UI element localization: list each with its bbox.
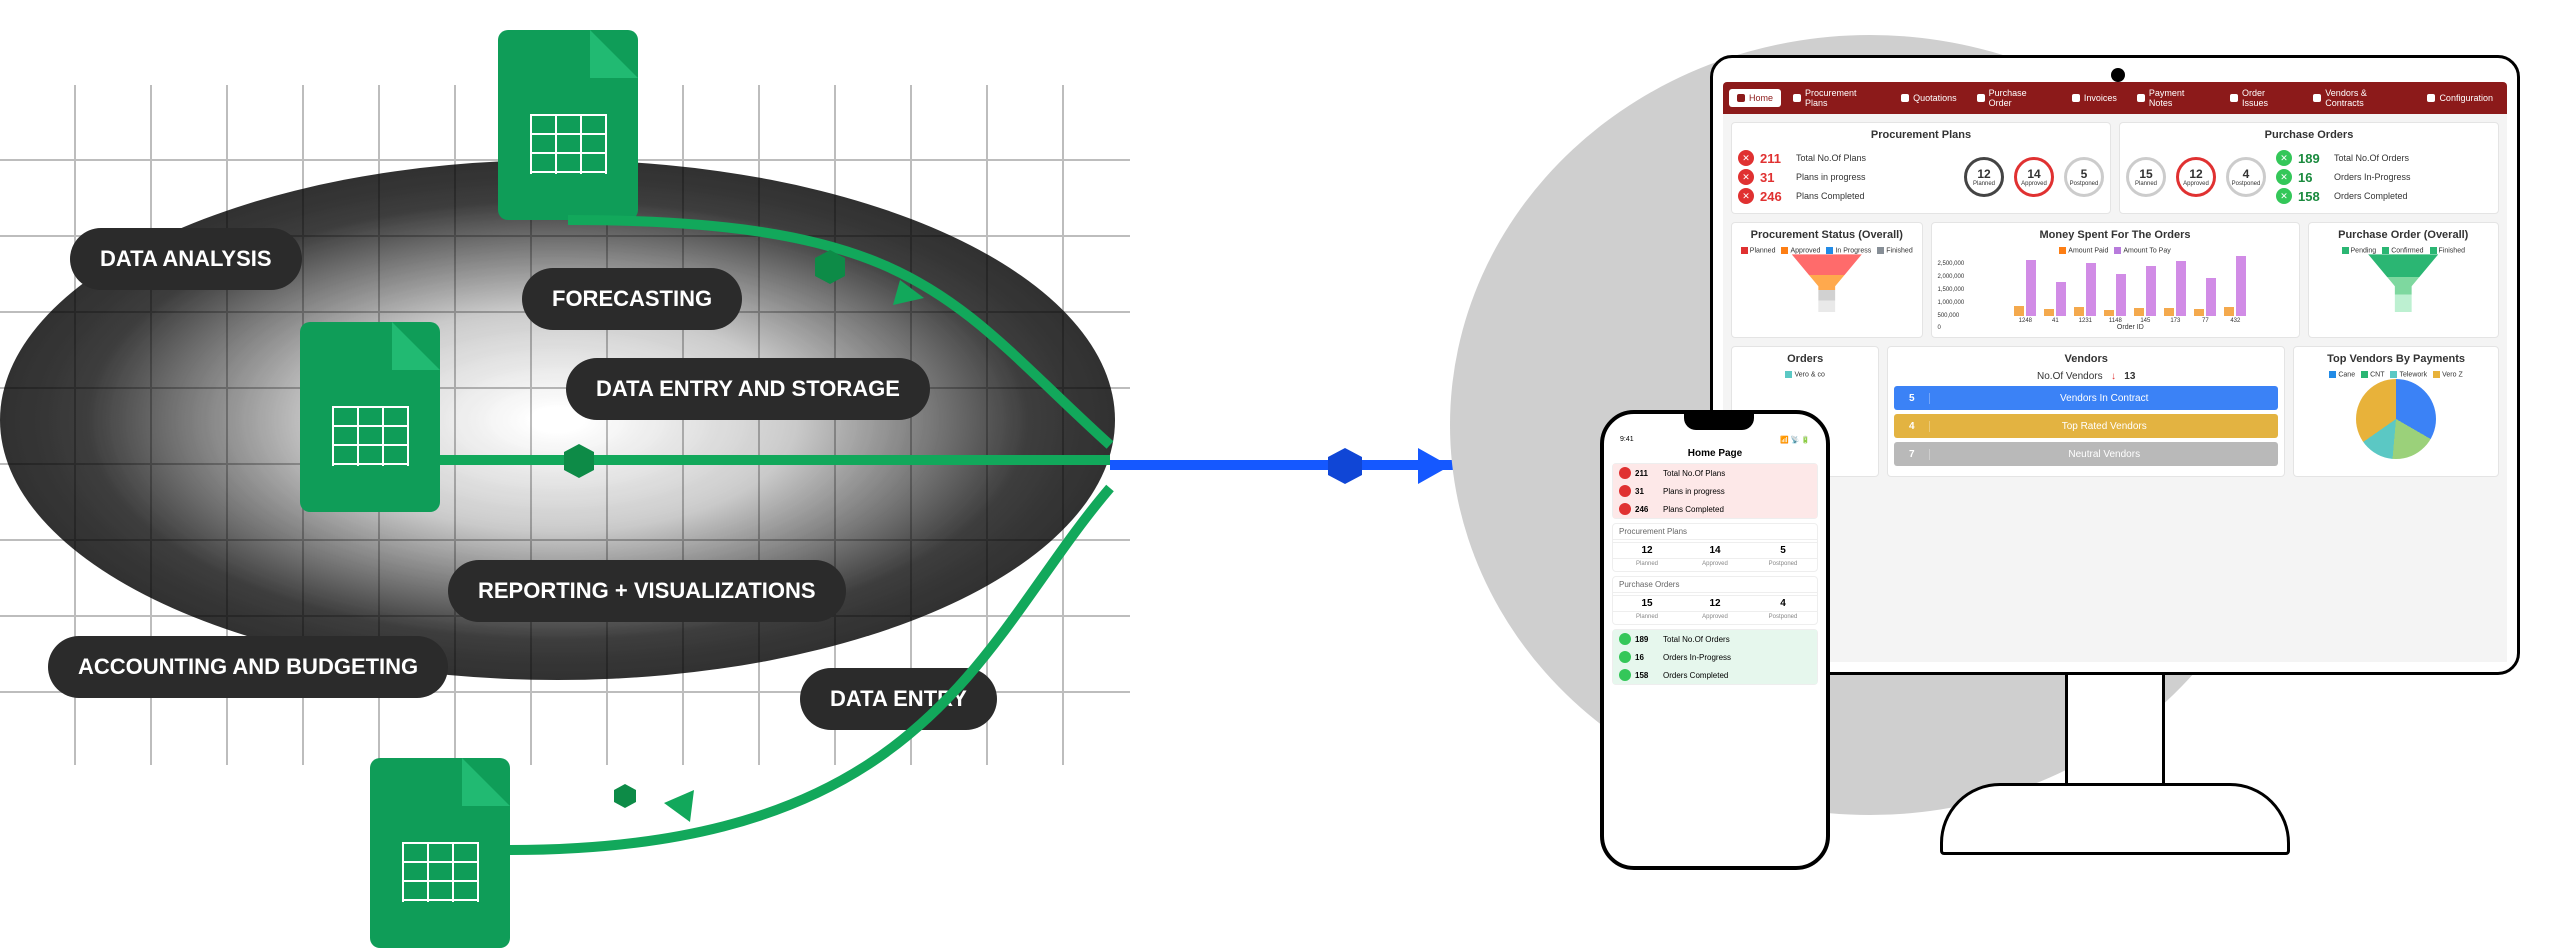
nav-payment-notes[interactable]: Payment Notes: [2129, 84, 2218, 112]
card-title: Procurement Plans: [1738, 129, 2104, 141]
nav-invoices[interactable]: Invoices: [2064, 89, 2125, 107]
nav-home[interactable]: Home: [1729, 89, 1781, 107]
label-accounting: ACCOUNTING AND BUDGETING: [48, 636, 448, 698]
label-data-analysis: DATA ANALYSIS: [70, 228, 302, 290]
dashboard-screen: Home Procurement Plans Quotations Purcha…: [1723, 82, 2507, 662]
card-top-vendors: Top Vendors By Payments CaneCNTTeleworkV…: [2293, 346, 2499, 477]
nav-quotations[interactable]: Quotations: [1893, 89, 1965, 107]
monitor-frame: Home Procurement Plans Quotations Purcha…: [1710, 55, 2520, 895]
bar-chart: [1968, 254, 2292, 316]
phone-page-title: Home Page: [1612, 448, 1818, 459]
nav-order-issues[interactable]: Order Issues: [2222, 84, 2301, 112]
webcam-icon: [2111, 68, 2125, 82]
phone-frame: 9:41📶 📡 🔋 Home Page 211Total No.Of Plans…: [1600, 410, 1830, 870]
nav-purchase-order[interactable]: Purchase Order: [1969, 84, 2060, 112]
label-reporting-viz: REPORTING + VISUALIZATIONS: [448, 560, 846, 622]
google-sheets-icon: [498, 30, 638, 220]
card-procurement-plans: Procurement Plans ✕211Total No.Of Plans …: [1731, 122, 2111, 214]
nav-configuration[interactable]: Configuration: [2419, 89, 2501, 107]
phone-notch-icon: [1684, 414, 1754, 430]
status-icons: 📶 📡 🔋: [1780, 436, 1810, 444]
phone-clock: 9:41: [1620, 436, 1634, 444]
top-nav: Home Procurement Plans Quotations Purcha…: [1723, 82, 2507, 114]
funnel-chart-icon: [1792, 254, 1862, 312]
pie-chart-icon: [2356, 379, 2436, 459]
google-sheets-icon: [300, 322, 440, 512]
label-forecasting: FORECASTING: [522, 268, 742, 330]
card-purchase-orders: Purchase Orders 15Planned 12Approved 4Po…: [2119, 122, 2499, 214]
card-money-spent: Money Spent For The Orders Amount PaidAm…: [1931, 222, 2300, 338]
card-vendors: Vendors No.Of Vendors ↓ 13 5Vendors In C…: [1887, 346, 2285, 477]
nav-procurement-plans[interactable]: Procurement Plans: [1785, 84, 1889, 112]
label-data-entry: DATA ENTRY: [800, 668, 997, 730]
label-data-entry-storage: DATA ENTRY AND STORAGE: [566, 358, 930, 420]
phone-screen: 9:41📶 📡 🔋 Home Page 211Total No.Of Plans…: [1612, 434, 1818, 858]
google-sheets-icon: [370, 758, 510, 948]
funnel-chart-icon: [2368, 254, 2438, 312]
card-po-status: Purchase Order (Overall) PendingConfirme…: [2308, 222, 2500, 338]
nav-vendors-contracts[interactable]: Vendors & Contracts: [2305, 84, 2415, 112]
card-title: Purchase Orders: [2126, 129, 2492, 141]
card-proc-status: Procurement Status (Overall) PlannedAppr…: [1731, 222, 1923, 338]
